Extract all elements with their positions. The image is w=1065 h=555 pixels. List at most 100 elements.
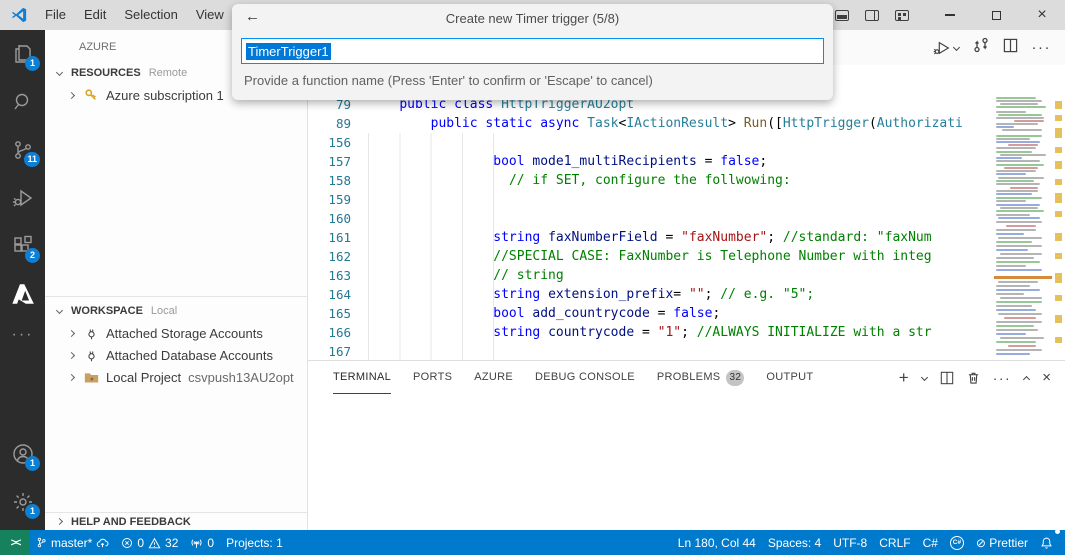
code-editor[interactable]: 79public class HttpTriggerAU2opt89public…: [308, 95, 1065, 360]
activity-bar: 1 11 2 ··· 1: [0, 30, 45, 530]
back-arrow-icon[interactable]: ←: [245, 8, 260, 25]
editor-group: ··· 79public class HttpTriggerAU2opt89pu…: [308, 30, 1065, 530]
code-line[interactable]: 158// if SET, configure the follwowing:: [308, 171, 1065, 190]
maximize-icon: [992, 11, 1001, 20]
tab-output[interactable]: OUTPUT: [766, 361, 813, 394]
source-control-badge: 11: [24, 152, 40, 167]
menu-file[interactable]: File: [36, 0, 75, 30]
ports-status[interactable]: 0: [184, 530, 220, 555]
language-mode[interactable]: C#: [917, 530, 944, 555]
code-line[interactable]: 160: [308, 209, 1065, 228]
tab-debug-console[interactable]: DEBUG CONSOLE: [535, 361, 635, 394]
menu-view[interactable]: View: [187, 0, 233, 30]
broadcast-icon: [190, 537, 203, 549]
indentation-status[interactable]: Spaces: 4: [762, 530, 827, 555]
toggle-secondary-sidebar-icon[interactable]: [865, 10, 879, 21]
remote-indicator[interactable]: ><: [0, 530, 30, 555]
eol-status[interactable]: CRLF: [873, 530, 916, 555]
tab-problems[interactable]: PROBLEMS32: [657, 361, 745, 394]
sidebar-item-attached-database[interactable]: Attached Database Accounts: [45, 344, 307, 366]
code-line[interactable]: 166string countrycode = "1"; //ALWAYS IN…: [308, 323, 1065, 342]
workspace-section-header[interactable]: WORKSPACE Local: [45, 300, 307, 322]
source-control-icon[interactable]: 11: [0, 126, 45, 174]
warning-icon: [148, 537, 161, 549]
settings-badge: 1: [25, 504, 40, 519]
split-terminal-icon[interactable]: [940, 371, 954, 385]
code-line[interactable]: 163// string: [308, 266, 1065, 285]
encoding-status[interactable]: UTF-8: [827, 530, 873, 555]
window-controls: ×: [927, 0, 1065, 30]
run-and-debug-icon[interactable]: [0, 174, 45, 222]
plug-icon: [83, 349, 99, 362]
more-actions-icon[interactable]: ···: [1032, 39, 1052, 56]
line-number: 161: [308, 228, 368, 247]
sidebar-item-attached-storage[interactable]: Attached Storage Accounts: [45, 322, 307, 344]
tab-azure[interactable]: AZURE: [474, 361, 513, 394]
code-line[interactable]: 159: [308, 190, 1065, 209]
line-number: 166: [308, 323, 368, 342]
workspace-label: WORKSPACE: [71, 305, 143, 317]
vscode-logo-icon: [10, 6, 28, 24]
code-line[interactable]: 165bool add_countrycode = false;: [308, 304, 1065, 323]
explorer-icon[interactable]: 1: [0, 30, 45, 78]
menu-edit[interactable]: Edit: [75, 0, 115, 30]
azure-icon[interactable]: [0, 270, 45, 318]
terminal-content[interactable]: [308, 394, 1065, 530]
accounts-icon[interactable]: 1: [0, 430, 45, 478]
problems-status[interactable]: 0 32: [115, 530, 184, 555]
terminal-dropdown-icon[interactable]: [922, 375, 927, 380]
search-icon[interactable]: [0, 78, 45, 126]
function-name-input[interactable]: TimerTrigger1: [241, 38, 824, 64]
minimize-button[interactable]: [927, 0, 973, 30]
notifications-bell-icon[interactable]: [1034, 530, 1059, 555]
main-area: 1 11 2 ··· 1: [0, 30, 1065, 530]
cursor-position[interactable]: Ln 180, Col 44: [672, 530, 762, 555]
line-number: 162: [308, 247, 368, 266]
extensions-icon[interactable]: 2: [0, 222, 45, 270]
chevron-right-icon: [68, 351, 75, 358]
help-and-feedback-section[interactable]: HELP AND FEEDBACK: [45, 512, 307, 530]
attached-storage-label: Attached Storage Accounts: [106, 326, 263, 341]
quick-input-dialog: ← Create new Timer trigger (5/8) TimerTr…: [232, 4, 833, 100]
open-changes-icon[interactable]: [973, 37, 989, 58]
settings-gear-icon[interactable]: 1: [0, 478, 45, 526]
code-line[interactable]: 162//SPECIAL CASE: FaxNumber is Telephon…: [308, 247, 1065, 266]
menu-selection[interactable]: Selection: [115, 0, 186, 30]
tab-terminal[interactable]: TERMINAL: [333, 361, 391, 394]
chevron-right-icon: [68, 91, 75, 98]
sidebar-item-local-project[interactable]: Local Project csvpush13AU2opt: [45, 366, 307, 388]
quick-input-hint: Provide a function name (Press 'Enter' t…: [244, 73, 833, 88]
minimap[interactable]: [994, 95, 1052, 360]
more-views-icon[interactable]: ···: [12, 318, 34, 352]
projects-status[interactable]: Projects: 1: [220, 530, 289, 555]
function-folder-icon: [83, 371, 99, 384]
code-line[interactable]: 89public static async Task<IActionResult…: [308, 114, 1065, 133]
code-line[interactable]: 164string extension_prefix= ""; // e.g. …: [308, 285, 1065, 304]
run-or-debug-icon[interactable]: [933, 40, 959, 56]
toggle-panel-icon[interactable]: [835, 10, 849, 21]
workspace-desc: Local: [151, 305, 177, 317]
close-panel-icon[interactable]: ×: [1042, 369, 1051, 386]
customize-layout-icon[interactable]: [895, 10, 909, 21]
tab-ports[interactable]: PORTS: [413, 361, 452, 394]
split-editor-icon[interactable]: [1003, 38, 1018, 58]
line-number: 156: [308, 133, 368, 152]
code-line[interactable]: 156: [308, 133, 1065, 152]
code-line[interactable]: 167: [308, 342, 1065, 360]
csharp-devkit-status[interactable]: C#: [944, 530, 970, 555]
chevron-down-icon: [56, 306, 63, 313]
maximize-panel-icon[interactable]: [1024, 374, 1029, 382]
new-terminal-icon[interactable]: +: [899, 368, 909, 388]
git-branch-status[interactable]: master*: [30, 530, 115, 555]
overview-ruler[interactable]: [1052, 95, 1065, 360]
kill-terminal-icon[interactable]: [967, 371, 980, 385]
code-line[interactable]: 161string faxNumberField = "faxNumber"; …: [308, 228, 1065, 247]
code-line[interactable]: 157bool mode1_multiRecipients = false;: [308, 152, 1065, 171]
panel-more-icon[interactable]: ···: [993, 370, 1012, 386]
maximize-button[interactable]: [973, 0, 1019, 30]
close-button[interactable]: ×: [1019, 0, 1065, 30]
explorer-badge: 1: [25, 56, 40, 71]
prettier-status[interactable]: ⊘ Prettier: [970, 530, 1034, 555]
help-and-feedback-label: HELP AND FEEDBACK: [71, 516, 191, 528]
minimize-icon: [945, 14, 955, 15]
